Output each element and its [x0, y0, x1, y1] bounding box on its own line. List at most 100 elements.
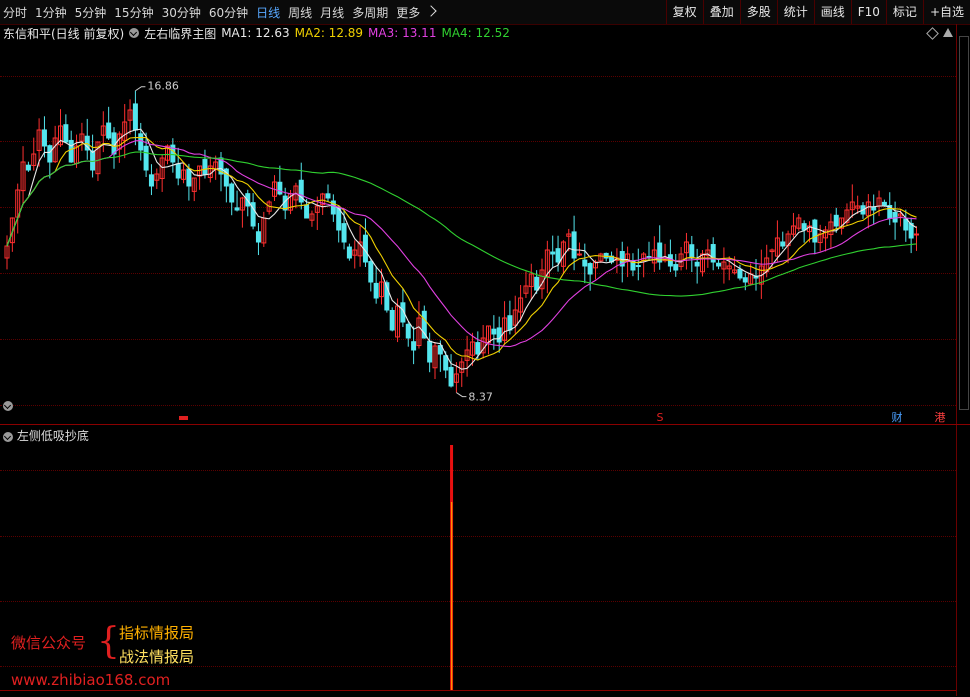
brand-name-1: 指标情报局 — [119, 624, 195, 642]
candle-body — [175, 163, 181, 179]
candle-body — [673, 264, 679, 271]
candle-body — [737, 268, 743, 279]
toolbar-button-0[interactable]: 复权 — [665, 0, 703, 24]
candle-body — [694, 261, 700, 267]
candle-body — [914, 233, 919, 236]
brand-name-2: 战法情报局 — [119, 648, 195, 666]
candle-body — [368, 261, 374, 283]
candle-body — [892, 211, 898, 223]
candle-body — [903, 218, 909, 231]
candle-body — [255, 231, 261, 243]
toolbar-button-7[interactable]: +自选 — [922, 0, 970, 24]
period-toolbar: 分时 1分钟 5分钟 15分钟 30分钟 60分钟 日线 周线 月线 多周期 更多 复权 叠加 多股 统计… — [0, 0, 970, 25]
candle-body — [780, 241, 786, 247]
candle-body — [555, 248, 561, 263]
period-tab-0[interactable]: 分时 — [3, 4, 32, 21]
candle-body — [491, 328, 497, 335]
candle-body — [657, 242, 663, 263]
candle-body — [346, 246, 352, 259]
candle-body — [571, 231, 577, 259]
high-marker-arrow — [135, 86, 146, 92]
candle-body — [90, 150, 96, 171]
candle-body — [47, 145, 53, 163]
period-tab-2[interactable]: 5分钟 — [75, 4, 112, 21]
candle-body — [325, 193, 331, 199]
candle-body — [63, 124, 69, 143]
candle-body — [576, 253, 582, 256]
candle-body — [389, 310, 395, 331]
candle-body — [871, 206, 877, 211]
candle-body — [427, 340, 433, 363]
period-tabs: 分时 1分钟 5分钟 15分钟 30分钟 60分钟 日线 周线 月线 多周期 更多 — [0, 4, 437, 21]
candle-body — [411, 341, 417, 351]
candle-body — [229, 183, 235, 203]
event-s-marker: S — [657, 411, 664, 424]
candle-body — [550, 251, 556, 255]
period-tab-5[interactable]: 60分钟 — [209, 4, 253, 21]
price-axis-border — [956, 24, 957, 696]
low-price-label: 8.37 — [468, 391, 493, 404]
period-tab-7[interactable]: 周线 — [288, 4, 317, 21]
event-dot-marker — [179, 416, 188, 420]
candle-body — [582, 259, 588, 267]
site-url[interactable]: www.zhibiao168.com — [11, 671, 170, 689]
period-tab-1[interactable]: 1分钟 — [35, 4, 72, 21]
high-price-label: 16.86 — [147, 80, 179, 93]
toolbar-button-4[interactable]: 画线 — [813, 0, 851, 24]
candle-body — [443, 355, 449, 371]
period-tab-4[interactable]: 30分钟 — [162, 4, 206, 21]
candle-body — [716, 262, 722, 267]
signal-bar-orange — [451, 502, 453, 691]
period-tab-3[interactable]: 15分钟 — [114, 4, 158, 21]
period-tab-8[interactable]: 月线 — [320, 4, 349, 21]
candlestick-chart[interactable]: 16.86 8.37 S 财 港 — [0, 24, 956, 424]
candle-body — [143, 145, 149, 171]
candle-body — [202, 159, 208, 175]
ma3-line — [6, 140, 917, 348]
candle-body — [507, 315, 513, 331]
right-toolbar: 复权 叠加 多股 统计 画线 F10 标记 +自选 — [665, 0, 970, 24]
vertical-scrollbar[interactable] — [959, 36, 969, 410]
toolbar-button-1[interactable]: 叠加 — [702, 0, 740, 24]
candle-body — [742, 277, 748, 283]
candle-body — [148, 174, 154, 187]
candle-body — [277, 181, 283, 195]
ma4-line — [6, 151, 917, 297]
candle-body — [138, 133, 144, 151]
toolbar-button-3[interactable]: 统计 — [776, 0, 814, 24]
candle-body — [587, 263, 593, 275]
period-tab-9[interactable]: 多周期 — [352, 4, 393, 21]
brace-glyph: { — [97, 621, 120, 662]
candle-body — [68, 139, 74, 163]
candle-body — [186, 168, 192, 187]
candle-body — [405, 323, 411, 339]
candle-body — [25, 164, 31, 171]
candle-body — [603, 252, 609, 259]
chevron-right-icon[interactable] — [425, 5, 437, 17]
event-cai-marker: 财 — [892, 410, 903, 424]
candle-body — [833, 214, 839, 227]
candle-body — [41, 129, 47, 147]
signal-bar-red — [450, 445, 454, 503]
period-tab-6[interactable]: 日线 — [256, 4, 285, 21]
toolbar-button-2[interactable]: 多股 — [739, 0, 777, 24]
toolbar-button-6[interactable]: 标记 — [885, 0, 923, 24]
candle-body — [496, 327, 502, 343]
candle-body — [689, 244, 695, 259]
toolbar-button-5[interactable]: F10 — [850, 0, 886, 24]
period-tab-10[interactable]: 更多 — [396, 4, 425, 21]
candle-body — [373, 282, 379, 299]
event-gang-marker: 港 — [935, 411, 946, 424]
ma1-line — [6, 128, 917, 370]
candle-body — [106, 122, 112, 139]
main-chart-toggle-icon[interactable] — [3, 401, 13, 411]
low-marker-arrow — [456, 392, 467, 398]
candle-body — [812, 219, 818, 243]
wechat-label: 微信公众号 — [11, 634, 87, 652]
candle-body — [534, 276, 540, 291]
candle-body — [341, 223, 347, 243]
candle-body — [635, 265, 641, 268]
candle-body — [475, 342, 481, 355]
candle-body — [304, 204, 310, 219]
candle-body — [132, 103, 138, 131]
